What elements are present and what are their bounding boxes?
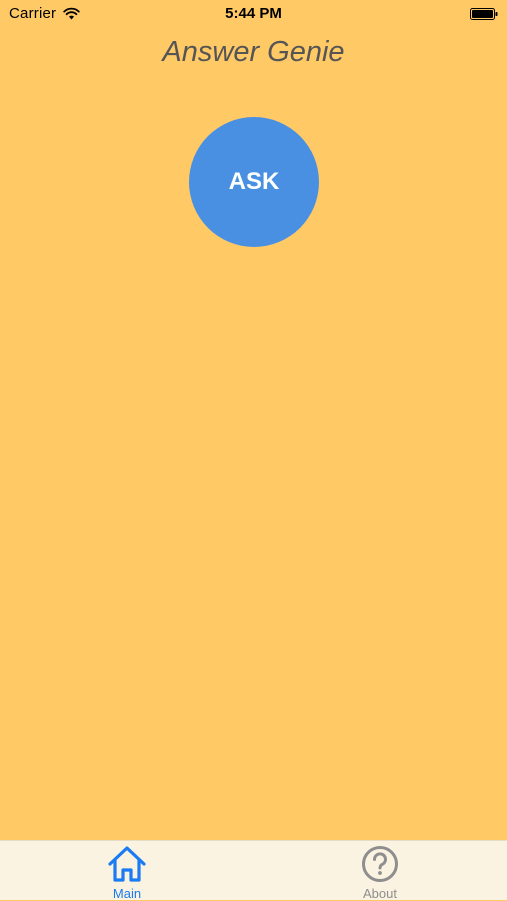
home-icon [108, 846, 146, 882]
tab-about[interactable]: About [320, 841, 440, 901]
tab-about-label: About [363, 886, 397, 901]
status-bar: Carrier 5:44 PM [0, 0, 507, 28]
battery-icon [470, 8, 498, 20]
tab-main[interactable]: Main [67, 841, 187, 901]
tab-main-label: Main [112, 886, 142, 901]
question-circle-icon [362, 846, 398, 882]
ask-button[interactable]: ASK [189, 117, 319, 247]
tab-bar: Main About [0, 840, 507, 901]
app-title: Answer Genie [162, 36, 345, 68]
status-time: 5:44 PM [225, 5, 282, 22]
